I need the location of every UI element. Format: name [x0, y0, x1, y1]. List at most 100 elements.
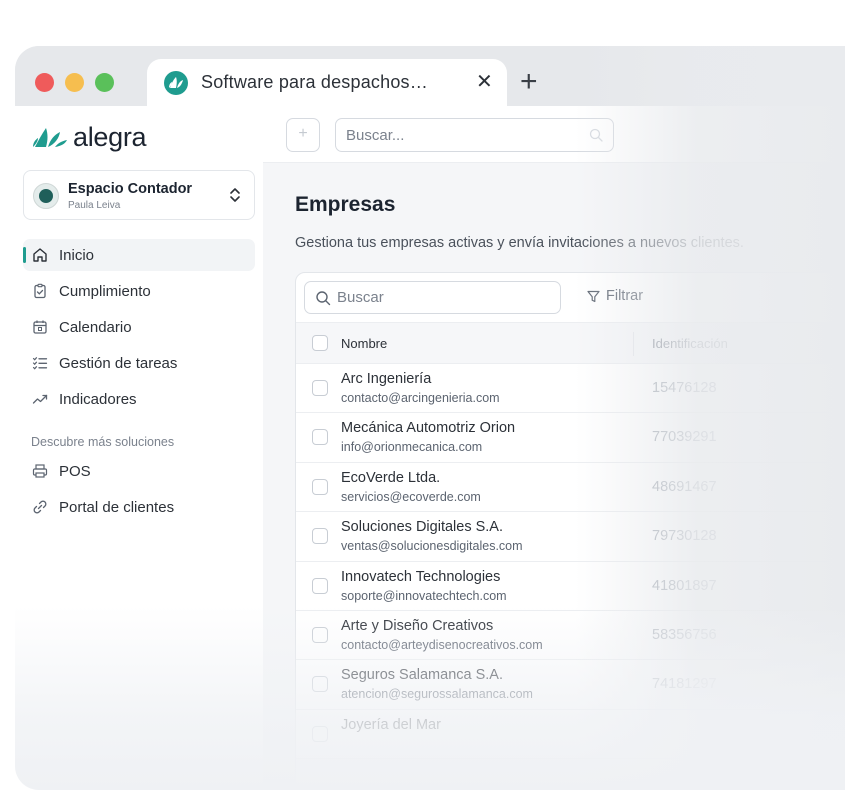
page-title: Empresas	[295, 193, 396, 216]
sidebar-item-label: Portal de clientes	[59, 499, 175, 516]
company-name: Joyería del Mar	[341, 716, 441, 733]
sidebar-item-label: Cumplimiento	[59, 283, 151, 300]
sidebar-item-gestion-de-tareas[interactable]: Gestión de tareas	[23, 347, 255, 379]
workspace-selector[interactable]: Espacio Contador Paula Leiva	[23, 170, 255, 220]
sidebar-more-solutions: POS Portal de clientes	[23, 455, 255, 527]
company-name: Arc Ingeniería	[341, 371, 432, 387]
column-divider	[633, 332, 634, 356]
home-icon	[33, 248, 47, 262]
printer-icon	[32, 464, 48, 478]
company-id: 58356756	[652, 626, 717, 643]
table-row[interactable]: Arte y Diseño Creativos contacto@arteydi…	[296, 611, 845, 661]
browser-window: Software para despachos… ✕ + alegra Espa…	[15, 46, 845, 790]
table-body: Arc Ingeniería contacto@arcingenieria.co…	[296, 364, 845, 760]
table-row[interactable]: EcoVerde Ltda. servicios@ecoverde.com 48…	[296, 463, 845, 513]
company-id: 79730128	[652, 528, 717, 545]
company-email: contacto@arcingenieria.com	[341, 391, 500, 405]
browser-tab[interactable]: Software para despachos… ✕	[147, 59, 507, 107]
sidebar-item-indicadores[interactable]: Indicadores	[23, 383, 255, 415]
global-search[interactable]	[335, 118, 614, 152]
brand-name: alegra	[73, 121, 147, 152]
sidebar: alegra Espacio Contador Paula Leiva Inic…	[15, 106, 263, 790]
workspace-icon	[33, 183, 59, 209]
sidebar-item-cumplimiento[interactable]: Cumplimiento	[23, 275, 255, 307]
select-all-checkbox[interactable]	[312, 335, 328, 351]
company-email: ventas@solucionesdigitales.com	[341, 539, 523, 554]
sidebar-item-inicio[interactable]: Inicio	[23, 239, 255, 271]
table-search[interactable]	[304, 281, 561, 314]
row-checkbox[interactable]	[312, 429, 328, 446]
filter-label: Filtrar	[606, 288, 644, 304]
company-name: Arte y Diseño Creativos	[341, 617, 494, 634]
task-list-icon	[32, 357, 48, 370]
brand-logo[interactable]: alegra	[33, 121, 147, 152]
table-row[interactable]: Innovatech Technologies soporte@innovate…	[296, 562, 845, 611]
company-email: contacto@arteydisenocreativos.com	[341, 637, 543, 652]
search-icon	[316, 291, 331, 306]
row-checkbox[interactable]	[312, 626, 328, 643]
table-row[interactable]: Mecánica Automotriz Orion info@orionmeca…	[296, 413, 845, 463]
row-checkbox[interactable]	[312, 380, 328, 396]
table-row[interactable]: Soluciones Digitales S.A. ventas@solucio…	[296, 512, 845, 562]
tab-close-icon[interactable]: ✕	[476, 70, 493, 94]
add-button[interactable]: +	[286, 118, 320, 152]
workspace-user: Paula Leiva	[68, 200, 121, 211]
company-name: Soluciones Digitales S.A.	[341, 519, 503, 536]
company-name: Innovatech Technologies	[341, 568, 501, 585]
calendar-icon	[33, 320, 47, 334]
company-email: soporte@innovatechtech.com	[341, 588, 507, 603]
table-search-input[interactable]	[337, 282, 552, 313]
table-header: Nombre Identificación	[296, 322, 845, 364]
table-row[interactable]: Seguros Salamanca S.A. atencion@seguross…	[296, 660, 845, 710]
company-name: Mecánica Automotriz Orion	[341, 420, 516, 437]
company-email: atencion@segurossalamanca.com	[341, 687, 533, 702]
company-id: 48691467	[652, 478, 717, 495]
tab-title: Software para despachos…	[201, 72, 428, 92]
window-close-dot[interactable]	[35, 73, 54, 92]
sidebar-item-label: Calendario	[59, 319, 132, 336]
page: Software para despachos… ✕ + alegra Espa…	[0, 0, 845, 794]
sidebar-item-label: Inicio	[59, 247, 95, 264]
company-name: EcoVerde Ltda.	[341, 469, 441, 486]
column-header-name[interactable]: Nombre	[341, 336, 387, 351]
sidebar-item-portal-de-clientes[interactable]: Portal de clientes	[23, 491, 255, 523]
top-bar: +	[263, 106, 845, 163]
chevron-up-down-icon	[230, 188, 240, 202]
sidebar-item-label: POS	[59, 463, 91, 480]
row-checkbox[interactable]	[312, 676, 328, 693]
row-checkbox[interactable]	[312, 528, 328, 545]
new-tab-icon[interactable]: +	[520, 66, 538, 98]
sidebar-item-label: Gestión de tareas	[59, 355, 178, 372]
search-icon	[589, 128, 603, 142]
link-icon	[33, 500, 47, 514]
sidebar-nav: Inicio Cumplimiento Calendario Gestión d…	[23, 239, 255, 419]
filter-icon	[587, 290, 600, 302]
company-email: servicios@ecoverde.com	[341, 489, 481, 504]
window-minimize-dot[interactable]	[65, 73, 84, 92]
company-name: Seguros Salamanca S.A.	[341, 667, 504, 684]
sidebar-item-calendario[interactable]: Calendario	[23, 311, 255, 343]
table-row[interactable]: Arc Ingeniería contacto@arcingenieria.co…	[296, 364, 845, 414]
company-id: 15476128	[652, 380, 717, 396]
table-row[interactable]: Joyería del Mar	[296, 710, 845, 760]
sidebar-item-label: Indicadores	[59, 391, 137, 408]
row-checkbox[interactable]	[312, 725, 328, 742]
filter-button[interactable]: Filtrar	[587, 288, 643, 304]
companies-table-card: Filtrar Nombre Identificación Arc Ingeni…	[295, 272, 845, 790]
app-viewport: alegra Espacio Contador Paula Leiva Inic…	[15, 106, 845, 790]
global-search-input[interactable]	[336, 119, 576, 151]
main-content: Empresas Gestiona tus empresas activas y…	[263, 163, 845, 790]
workspace-name: Espacio Contador	[68, 181, 193, 197]
row-checkbox[interactable]	[312, 478, 328, 495]
column-header-id[interactable]: Identificación	[652, 336, 728, 351]
company-id: 41801897	[652, 577, 717, 594]
trend-icon	[32, 394, 48, 404]
alegra-logo-icon	[33, 128, 67, 147]
section-title: Descubre más soluciones	[31, 435, 175, 449]
clipboard-check-icon	[34, 283, 46, 299]
window-maximize-dot[interactable]	[95, 73, 114, 92]
company-id: 74181297	[652, 676, 717, 693]
alegra-favicon-icon	[164, 71, 188, 95]
row-checkbox[interactable]	[312, 577, 328, 594]
sidebar-item-pos[interactable]: POS	[23, 455, 255, 487]
